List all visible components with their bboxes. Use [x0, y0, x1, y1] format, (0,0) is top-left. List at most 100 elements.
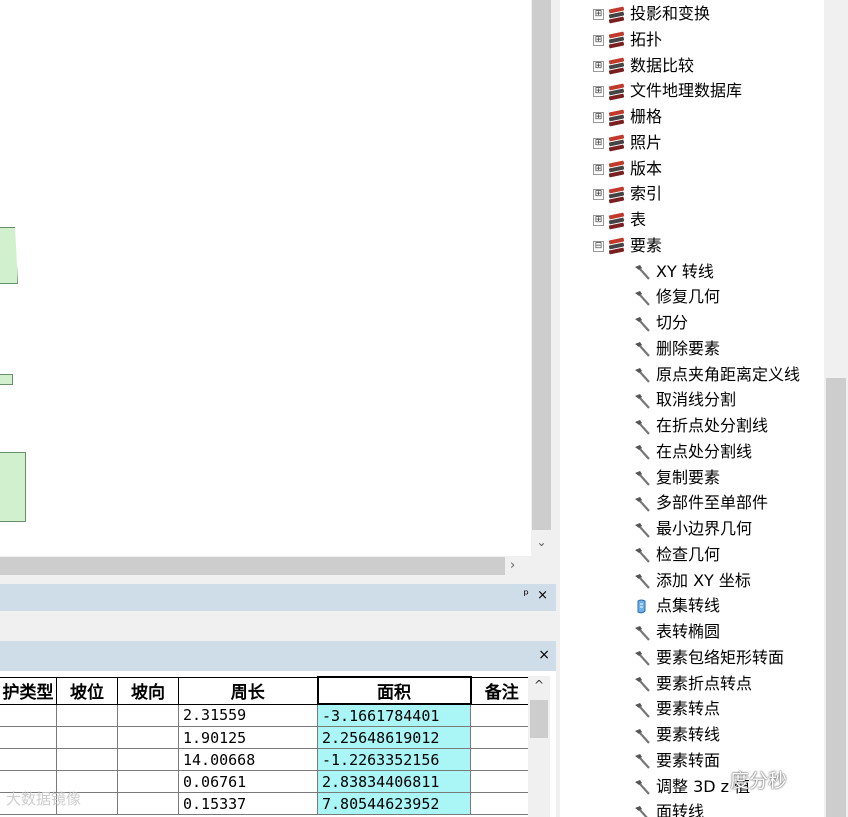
table-cell[interactable]: 0.15337 [178, 792, 318, 815]
toolbox-node[interactable]: ⊞ 拓扑 [593, 27, 662, 52]
tool-node[interactable]: 最小边界几何 [632, 516, 752, 541]
table-row[interactable]: 14.00668 -1.2263352156 [0, 748, 533, 771]
attribute-table[interactable]: 护类型 坡位 坡向 周长 面积 备注 2.31559 -3.1661784401 1… [0, 671, 556, 817]
close-icon[interactable]: × [538, 647, 550, 663]
column-header[interactable]: 坡向 [117, 676, 179, 705]
toolbox-node[interactable]: ⊞ 照片 [593, 130, 662, 155]
expand-toggle-icon[interactable]: ⊞ [593, 9, 604, 20]
scroll-down-icon[interactable]: ⌄ [531, 532, 552, 552]
tool-node[interactable]: 要素包络矩形转面 [632, 645, 784, 670]
table-cell[interactable] [117, 726, 179, 749]
table-cell[interactable] [470, 703, 533, 727]
table-title-bar[interactable]: × [0, 641, 556, 671]
table-cell[interactable]: 2.83834406811 [317, 770, 471, 793]
table-cell[interactable]: -1.2263352156 [317, 748, 471, 771]
map-vertical-scrollbar[interactable]: ⌄ [531, 0, 552, 556]
tool-node[interactable]: 修复几何 [632, 284, 720, 309]
map-horizontal-scrollbar[interactable]: › [0, 556, 531, 576]
tool-node[interactable]: 添加 XY 坐标 [632, 568, 751, 593]
table-cell[interactable] [0, 703, 57, 727]
polygon-feature[interactable] [0, 374, 13, 385]
table-cell[interactable]: 7.80544623952 [317, 792, 471, 815]
table-cell[interactable] [117, 703, 179, 727]
table-cell[interactable] [117, 770, 179, 793]
tool-node[interactable]: 多部件至单部件 [632, 490, 768, 515]
toolbox-node[interactable]: ⊞ 版本 [593, 156, 662, 181]
tool-node[interactable]: 检查几何 [632, 542, 720, 567]
expand-toggle-icon[interactable]: ⊞ [593, 86, 604, 98]
hammer-icon [632, 366, 652, 384]
table-cell[interactable] [470, 748, 533, 771]
scroll-thumb[interactable] [530, 700, 548, 738]
tool-node[interactable]: XY 转线 [632, 259, 714, 284]
table-cell[interactable] [117, 792, 179, 815]
tool-node[interactable]: 切分 [632, 310, 688, 335]
column-header[interactable]: 坡位 [56, 676, 118, 705]
scroll-thumb[interactable] [826, 378, 846, 817]
expand-toggle-icon[interactable]: ⊞ [593, 60, 604, 72]
tool-node[interactable]: 删除要素 [632, 336, 720, 361]
expand-toggle-icon[interactable]: ⊞ [593, 189, 604, 201]
polygon-feature[interactable] [0, 452, 26, 522]
toolbox-node[interactable]: ⊞ 文件地理数据库 [593, 78, 742, 103]
table-cell[interactable] [0, 726, 57, 749]
column-header[interactable]: 周长 [178, 676, 318, 705]
toolbox-node[interactable]: ⊞ 栅格 [593, 104, 662, 129]
tool-node[interactable]: 要素折点转点 [632, 671, 752, 696]
expand-toggle-icon[interactable]: ⊞ [593, 215, 604, 226]
tool-node[interactable]: 表转椭圆 [632, 619, 720, 644]
tool-node[interactable]: 复制要素 [632, 465, 720, 490]
expand-toggle-icon[interactable]: ⊞ [593, 137, 604, 149]
tool-node[interactable]: 取消线分割 [632, 387, 736, 412]
tool-node[interactable]: 在点处分割线 [632, 439, 752, 464]
dock-title-bar[interactable]: ᵖ × [0, 584, 556, 611]
tool-node[interactable]: 点集转线 [632, 593, 720, 618]
table-cell[interactable] [470, 792, 533, 815]
toolbox-node[interactable]: ⊟ 要素 [593, 233, 662, 258]
expand-toggle-icon[interactable]: ⊟ [593, 240, 604, 252]
table-cell[interactable] [470, 726, 533, 749]
tool-node[interactable]: 原点夹角距离定义线 [632, 362, 800, 387]
toolbox-label: 文件地理数据库 [630, 81, 743, 101]
tool-label: 原点夹角距离定义线 [656, 364, 801, 384]
toolbox-tree[interactable]: ⊞ 投影和变换 ⊞ 拓扑 ⊞ 数据比较 ⊞ 文件地理数据库 ⊞ 栅格 ⊞ 照片 ⊞ 版本 ⊞ 索引 ⊞ 表 ⊟ 要素 X… [560, 0, 824, 817]
polygon-feature[interactable] [0, 227, 18, 284]
pin-close-buttons[interactable]: ᵖ × [523, 588, 550, 603]
map-view[interactable] [0, 0, 531, 556]
tool-node[interactable]: 要素转面 [632, 748, 720, 773]
scroll-up-icon[interactable]: ^ [528, 676, 550, 694]
column-header-selected[interactable]: 面积 [316, 676, 472, 705]
table-cell[interactable]: -3.1661784401 [317, 703, 471, 727]
tool-node[interactable]: 在折点处分割线 [632, 413, 768, 438]
toolbox-node[interactable]: ⊞ 索引 [593, 181, 662, 206]
table-cell[interactable]: 14.00668 [178, 748, 318, 771]
expand-toggle-icon[interactable]: ⊞ [593, 112, 604, 123]
scroll-thumb[interactable] [532, 0, 551, 530]
column-header[interactable]: 备注 [470, 676, 533, 705]
table-row[interactable]: 1.90125 2.25648619012 [0, 726, 533, 749]
expand-toggle-icon[interactable]: ⊞ [593, 34, 604, 46]
table-row[interactable]: 2.31559 -3.1661784401 [0, 703, 533, 727]
tree-vertical-scrollbar[interactable] [824, 0, 848, 817]
toolbox-node[interactable]: ⊞ 数据比较 [593, 53, 694, 78]
table-cell[interactable] [470, 770, 533, 793]
table-cell[interactable]: 0.06761 [178, 770, 318, 793]
tool-node[interactable]: 要素转点 [632, 696, 720, 721]
tool-node[interactable]: 面转线 [632, 799, 704, 817]
table-cell[interactable]: 2.31559 [178, 703, 318, 727]
scroll-right-icon[interactable]: › [510, 556, 528, 576]
table-cell[interactable]: 2.25648619012 [317, 726, 471, 749]
scroll-thumb[interactable] [0, 557, 505, 575]
table-vertical-scrollbar[interactable]: ^ [528, 676, 550, 817]
toolbox-node[interactable]: ⊞ 投影和变换 [593, 1, 710, 26]
toolbox-node[interactable]: ⊞ 表 [593, 207, 646, 232]
column-header[interactable]: 护类型 [0, 676, 57, 705]
expand-toggle-icon[interactable]: ⊞ [593, 163, 604, 175]
table-cell[interactable] [0, 748, 57, 771]
table-cell[interactable] [56, 703, 118, 727]
table-cell[interactable] [56, 726, 118, 749]
table-cell[interactable]: 1.90125 [178, 726, 318, 749]
tool-node[interactable]: 要素转线 [632, 722, 720, 747]
table-cell[interactable] [117, 748, 179, 771]
table-cell[interactable] [56, 748, 118, 771]
